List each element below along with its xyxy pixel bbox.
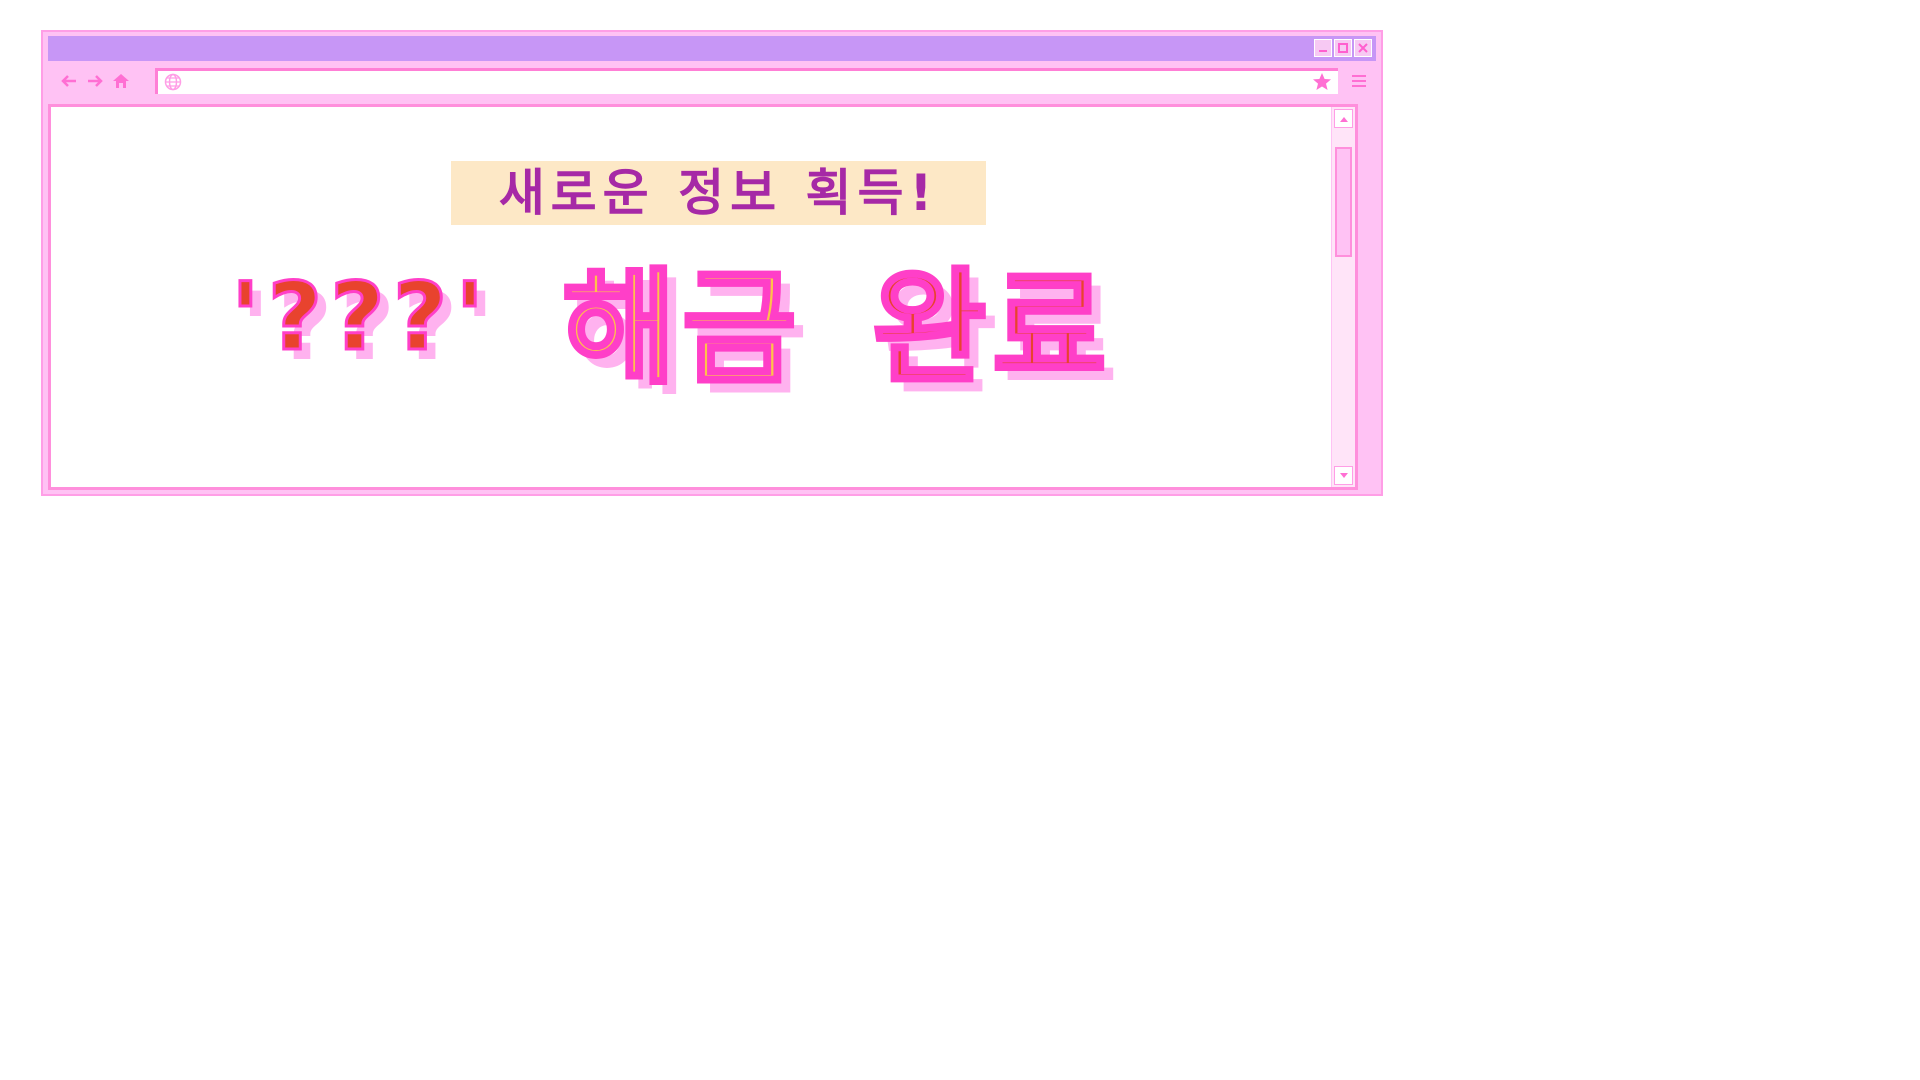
- maximize-icon: [1338, 43, 1348, 53]
- globe-icon: [164, 73, 182, 91]
- menu-button[interactable]: [1348, 71, 1370, 91]
- headline-secret: '???': [229, 261, 493, 373]
- subtitle-banner: 새로운 정보 획득!: [451, 161, 986, 225]
- title-bar[interactable]: [48, 36, 1376, 61]
- minimize-icon: [1319, 50, 1327, 52]
- url-input[interactable]: [190, 71, 1294, 93]
- headline-done: 완료: [870, 255, 1113, 403]
- close-icon: [1358, 43, 1368, 53]
- toolbar: [48, 65, 1376, 97]
- chevron-down-icon: [1339, 472, 1348, 478]
- browser-window: 새로운 정보 획득! '???' 해금 완료: [41, 30, 1383, 496]
- star-icon[interactable]: [1312, 72, 1332, 92]
- scroll-thumb[interactable]: [1335, 147, 1352, 257]
- back-arrow-icon: [61, 75, 76, 87]
- headline: '???' 해금 완료: [229, 255, 1112, 403]
- scroll-up-button[interactable]: [1334, 109, 1353, 128]
- close-button[interactable]: [1354, 39, 1372, 57]
- maximize-button[interactable]: [1334, 39, 1352, 57]
- window-controls: [1314, 39, 1372, 57]
- menu-icon: [1352, 75, 1366, 87]
- address-bar[interactable]: [155, 68, 1338, 94]
- navigation-buttons: [58, 71, 132, 91]
- home-button[interactable]: [110, 71, 132, 91]
- scroll-down-button[interactable]: [1334, 466, 1353, 485]
- forward-button[interactable]: [84, 71, 106, 91]
- chevron-up-icon: [1339, 116, 1348, 122]
- page-content: 새로운 정보 획득! '???' 해금 완료: [48, 104, 1358, 490]
- headline-unlock: 해금: [560, 255, 803, 403]
- vertical-scrollbar[interactable]: [1331, 107, 1355, 487]
- home-icon: [113, 74, 129, 88]
- forward-arrow-icon: [88, 75, 103, 87]
- minimize-button[interactable]: [1314, 39, 1332, 57]
- back-button[interactable]: [58, 71, 80, 91]
